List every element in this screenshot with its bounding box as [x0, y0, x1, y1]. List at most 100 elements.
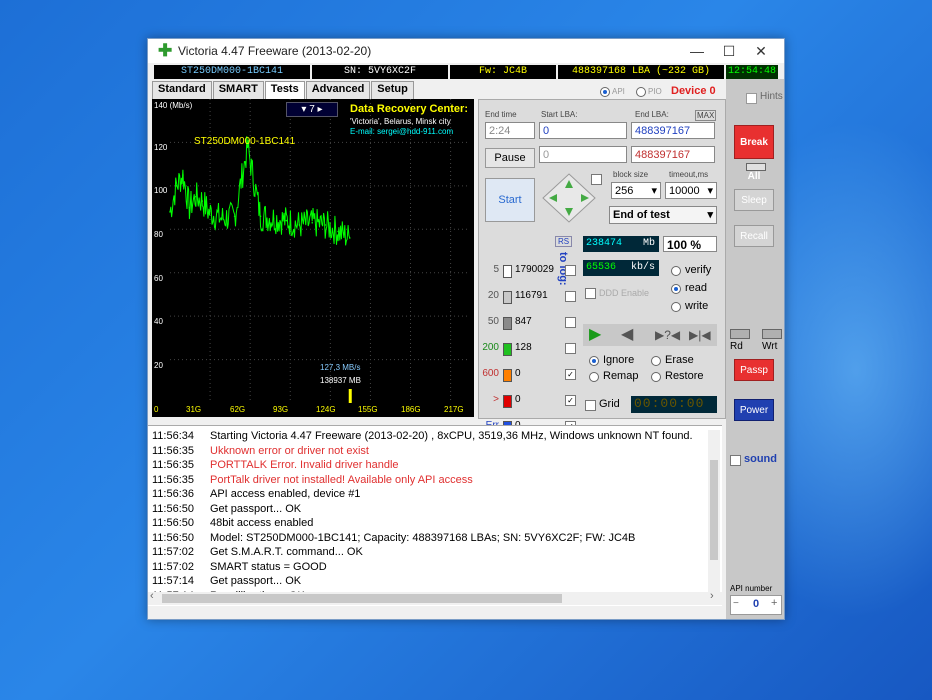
tab-tests[interactable]: Tests [264, 81, 305, 99]
y-tick-80: 80 [154, 230, 163, 239]
log-line: 11:56:35 PortTalk driver not installed! A… [152, 474, 473, 486]
block-log-checkbox[interactable] [565, 317, 576, 328]
log-message: Starting Victoria 4.47 Freeware (2013-02… [210, 430, 693, 442]
break-all-button[interactable]: Break All [734, 125, 774, 182]
block-label: 200 [482, 342, 499, 353]
spinner-up-icon[interactable]: ▸ [315, 104, 323, 115]
model-display: ST250DM000-1BC141 [154, 65, 310, 79]
block-log-checkbox[interactable] [565, 265, 576, 276]
power-button[interactable]: Power [734, 399, 774, 421]
api-increment-icon[interactable]: + [771, 597, 777, 609]
title-bar[interactable]: ✚ Victoria 4.47 Freeware (2013-02-20) — … [148, 39, 784, 63]
max-button[interactable]: MAX [695, 110, 717, 121]
log-time: 11:57:02 [152, 560, 195, 573]
drc-line1: 'Victoria', Belarus, Minsk city [350, 117, 451, 126]
tab-setup[interactable]: Setup [371, 81, 414, 99]
log-time: 11:56:50 [152, 502, 195, 515]
grid-checkbox[interactable] [585, 400, 596, 411]
start-button[interactable]: Start [485, 178, 535, 222]
passp-button[interactable]: Passp [734, 359, 774, 381]
block-log-checkbox[interactable] [565, 291, 576, 302]
sleep-button[interactable]: Sleep [734, 189, 774, 211]
block-log-checkbox[interactable]: ✓ [565, 395, 576, 406]
rd-label: Rd [730, 341, 743, 352]
ignore-radio[interactable] [589, 356, 599, 366]
skip-icon[interactable]: ▶?◀ [655, 328, 680, 342]
timeout-select[interactable]: 10000 [665, 182, 717, 199]
block-log-checkbox[interactable]: ✓ [565, 369, 576, 380]
end-lba-field-2[interactable]: 488397167 [631, 146, 715, 163]
direction-checkbox[interactable] [591, 174, 602, 185]
percent-unit: % [690, 238, 702, 252]
remap-radio[interactable] [589, 372, 599, 382]
sound-checkbox[interactable] [730, 455, 741, 466]
mb-display: 238474 Mb [583, 236, 659, 252]
erase-radio[interactable] [651, 356, 661, 366]
close-button[interactable]: ✕ [746, 41, 776, 61]
block-swatch [503, 291, 512, 304]
direction-pad-icon[interactable] [541, 172, 597, 224]
api-radio[interactable] [600, 87, 610, 97]
block-log-checkbox[interactable] [565, 343, 576, 354]
end-time-label: End time [485, 110, 517, 119]
api-decrement-icon[interactable]: − [733, 598, 739, 609]
verify-radio[interactable] [671, 266, 681, 276]
speed-point [188, 206, 191, 209]
log-vscroll-thumb[interactable] [710, 460, 718, 560]
log-time: 11:56:35 [152, 473, 195, 486]
end-time-field[interactable]: 2:24 [485, 122, 535, 139]
pause-button[interactable]: Pause [485, 148, 535, 168]
back-icon[interactable]: ◀ [621, 326, 633, 344]
play-icon[interactable]: ▶ [589, 326, 601, 344]
x-tick-186g: 186G [401, 405, 421, 414]
recall-button[interactable]: Recall [734, 225, 774, 247]
hints-checkbox[interactable] [746, 93, 757, 104]
maximize-button[interactable]: ☐ [714, 41, 744, 61]
timeout-label: timeout,ms [669, 170, 709, 179]
log-time: 11:56:50 [152, 531, 195, 544]
wrt-indicator [762, 329, 782, 339]
scroll-left-icon[interactable]: ‹ [150, 590, 154, 602]
write-radio[interactable] [671, 302, 681, 312]
log-line: 11:56:34 Starting Victoria 4.47 Freeware … [152, 430, 693, 442]
end-lba-field[interactable]: 488397167 [631, 122, 715, 139]
right-sidebar: Hints Break All Sleep Recall Rd Wrt Pass… [726, 79, 784, 619]
verify-label: verify [685, 264, 712, 276]
write-label: write [685, 300, 709, 312]
tab-smart[interactable]: SMART [212, 81, 264, 99]
y-tick-40: 40 [154, 317, 163, 326]
scroll-right-icon[interactable]: › [710, 590, 714, 602]
log-hscroll-thumb[interactable] [162, 594, 562, 603]
event-log[interactable]: 11:56:34 Starting Victoria 4.47 Freeware … [148, 425, 722, 606]
end-icon[interactable]: ▶|◀ [689, 328, 711, 342]
restore-radio[interactable] [651, 372, 661, 382]
read-radio[interactable] [671, 284, 681, 294]
block-size-select[interactable]: 256 [611, 182, 661, 199]
tab-standard[interactable]: Standard [152, 81, 212, 99]
speed-point [195, 195, 197, 198]
serial-display: SN: 5VY6XC2F [312, 65, 448, 79]
tab-advanced[interactable]: Advanced [305, 81, 371, 99]
block-count: 128 [515, 342, 532, 353]
drive-info-bar: ST250DM000-1BC141 SN: 5VY6XC2F Fw: JC4B … [154, 65, 778, 79]
start-lba-field-2[interactable]: 0 [539, 146, 627, 163]
grid-label: Grid [599, 398, 620, 410]
minimize-button[interactable]: — [682, 41, 712, 61]
drc-title: Data Recovery Center: [350, 103, 468, 115]
start-lba-field[interactable]: 0 [539, 122, 627, 139]
block-swatch [503, 369, 512, 382]
graph-spinner[interactable]: ▾ 7 ▸ [286, 102, 338, 117]
speed-point [337, 230, 339, 233]
end-of-test-select[interactable]: End of test [609, 206, 717, 224]
percent-value: 100 [667, 238, 688, 252]
log-horizontal-scrollbar[interactable]: ‹ › [148, 590, 722, 605]
pio-radio[interactable] [636, 87, 646, 97]
ddd-enable-checkbox[interactable] [585, 288, 596, 299]
block-swatch [503, 265, 512, 278]
speed-point [201, 200, 204, 202]
block-count: 0 [515, 394, 521, 405]
rs-button[interactable]: RS [555, 236, 573, 247]
api-number-field[interactable]: − 0 + [730, 595, 782, 615]
log-message: 48bit access enabled [210, 517, 314, 529]
log-vertical-scrollbar[interactable] [708, 430, 720, 592]
